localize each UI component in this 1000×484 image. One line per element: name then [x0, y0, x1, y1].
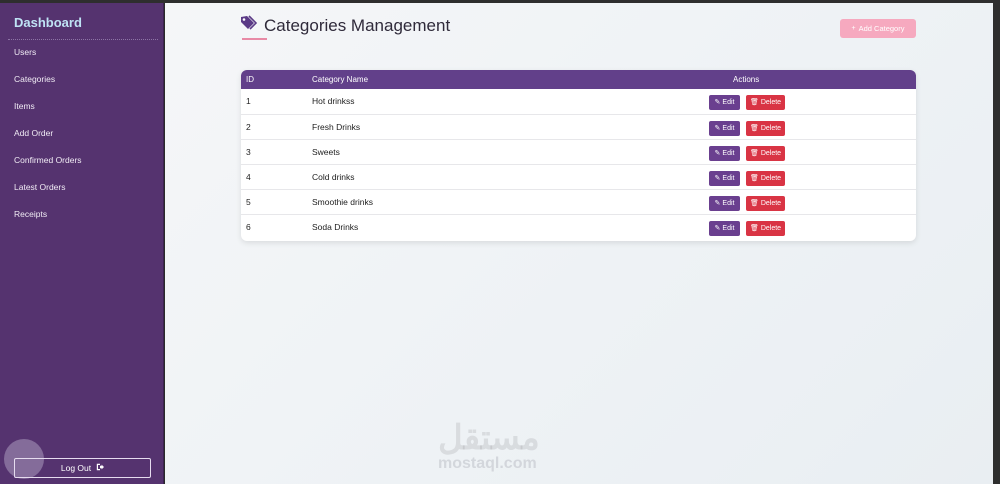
delete-label: Delete [760, 175, 782, 182]
page-title: Categories Management [264, 15, 451, 35]
trash-icon: 🗑 [749, 200, 759, 207]
edit-label: Edit [722, 200, 735, 207]
edit-label: Edit [722, 175, 735, 182]
table-row: 1 Hot drinkss ✎ Edit 🗑 Delete [241, 89, 916, 114]
edit-button[interactable]: ✎ Edit [709, 196, 740, 211]
row-category-name: Soda Drinks [312, 222, 359, 232]
header-actions: Actions [733, 75, 760, 84]
sidebar-item-add-order[interactable]: Add Order [14, 128, 53, 138]
sidebar-brand[interactable]: Dashboard [14, 15, 82, 30]
edit-label: Edit [722, 150, 735, 157]
table-row: 4 Cold drinks ✎ Edit 🗑 Delete [241, 164, 916, 189]
edit-icon: ✎ [714, 99, 721, 106]
delete-button[interactable]: 🗑 Delete [746, 95, 785, 110]
logout-button[interactable]: Log Out [14, 458, 151, 478]
delete-label: Delete [760, 99, 782, 106]
delete-button[interactable]: 🗑 Delete [746, 146, 785, 161]
logout-label: Log Out [60, 463, 92, 473]
trash-icon: 🗑 [749, 150, 759, 157]
add-category-label: Add Category [858, 24, 905, 33]
watermark-arabic: مستقل [438, 419, 540, 457]
sidebar-item-receipts[interactable]: Receipts [14, 209, 47, 219]
delete-button[interactable]: 🗑 Delete [746, 221, 785, 236]
row-id: 4 [246, 172, 251, 182]
edit-icon: ✎ [714, 200, 721, 207]
sidebar-item-latest-orders[interactable]: Latest Orders [14, 182, 66, 192]
sidebar-item-items[interactable]: Items [14, 101, 35, 111]
delete-button[interactable]: 🗑 Delete [746, 196, 785, 211]
row-category-name: Sweets [312, 147, 340, 157]
delete-label: Delete [760, 200, 782, 207]
page-header: Categories Management [240, 15, 450, 36]
row-category-name: Hot drinkss [312, 96, 355, 106]
edit-label: Edit [722, 99, 735, 106]
watermark-site: mostaql.com [438, 455, 537, 472]
title-underline [242, 38, 267, 40]
sidebar-divider [8, 39, 158, 40]
row-id: 3 [246, 147, 251, 157]
edit-icon: ✎ [714, 175, 721, 182]
row-id: 2 [246, 122, 251, 132]
table-row: 6 Soda Drinks ✎ Edit 🗑 Delete [241, 214, 916, 239]
table-row: 5 Smoothie drinks ✎ Edit 🗑 Delete [241, 189, 916, 214]
row-category-name: Fresh Drinks [312, 122, 361, 132]
plus-icon: + [851, 25, 856, 32]
edit-button[interactable]: ✎ Edit [709, 221, 740, 236]
edit-button[interactable]: ✎ Edit [709, 121, 740, 136]
delete-label: Delete [760, 125, 782, 132]
trash-icon: 🗑 [749, 175, 759, 182]
table-row: 2 Fresh Drinks ✎ Edit 🗑 Delete [241, 114, 916, 139]
delete-label: Delete [760, 150, 782, 157]
delete-label: Delete [760, 225, 782, 232]
window-edge [993, 3, 1000, 484]
edit-label: Edit [722, 125, 735, 132]
edit-icon: ✎ [714, 225, 721, 232]
sign-out-icon [96, 463, 105, 473]
trash-icon: 🗑 [749, 99, 759, 106]
categories-table: ID Category Name Actions 1 Hot drinkss ✎… [241, 70, 916, 241]
edit-button[interactable]: ✎ Edit [709, 95, 740, 110]
table-row: 3 Sweets ✎ Edit 🗑 Delete [241, 139, 916, 164]
sidebar-item-confirmed-orders[interactable]: Confirmed Orders [14, 155, 82, 165]
row-id: 6 [246, 222, 251, 232]
edit-button[interactable]: ✎ Edit [709, 171, 740, 186]
edit-icon: ✎ [714, 125, 721, 132]
row-id: 1 [246, 96, 251, 106]
header-id: ID [246, 75, 254, 84]
delete-button[interactable]: 🗑 Delete [746, 171, 785, 186]
edit-button[interactable]: ✎ Edit [709, 146, 740, 161]
tags-icon [240, 15, 258, 36]
edit-icon: ✎ [714, 150, 721, 157]
delete-button[interactable]: 🗑 Delete [746, 121, 785, 136]
row-category-name: Smoothie drinks [312, 197, 373, 207]
trash-icon: 🗑 [749, 125, 759, 132]
header-category-name: Category Name [312, 75, 369, 84]
sidebar-item-users[interactable]: Users [14, 47, 36, 57]
add-category-button[interactable]: + Add Category [840, 19, 916, 38]
table-header: ID Category Name Actions [241, 70, 916, 89]
row-id: 5 [246, 197, 251, 207]
sidebar: Dashboard Users Categories Items Add Ord… [0, 3, 164, 484]
trash-icon: 🗑 [749, 225, 759, 232]
edit-label: Edit [722, 225, 735, 232]
sidebar-item-categories[interactable]: Categories [14, 74, 55, 84]
row-category-name: Cold drinks [312, 172, 355, 182]
